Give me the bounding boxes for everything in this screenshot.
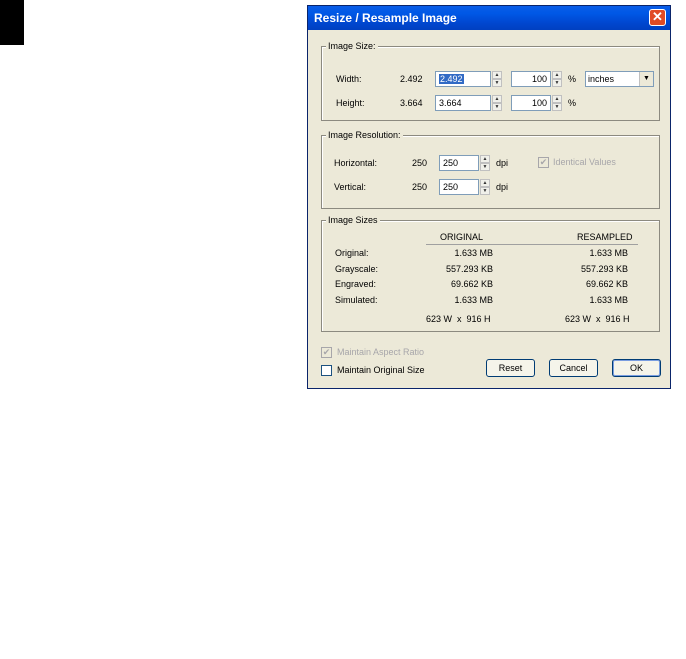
- height-label: Height:: [336, 98, 365, 108]
- width-input[interactable]: 2.492: [435, 71, 491, 87]
- vertical-dpi-spinner[interactable]: ▲ ▼: [480, 179, 490, 195]
- unit-selected-value: inches: [588, 74, 615, 84]
- ok-button[interactable]: OK: [612, 359, 661, 377]
- spin-up-icon: ▲: [552, 95, 562, 103]
- spin-up-icon: ▲: [492, 95, 502, 103]
- horizontal-dpi-spinner[interactable]: ▲ ▼: [480, 155, 490, 171]
- vertical-dpi-unit: dpi: [496, 182, 509, 192]
- height-original-value: 3.664: [400, 98, 423, 108]
- height-percent-input[interactable]: 100: [511, 95, 551, 111]
- row-grayscale-original: 557.293 KB: [445, 264, 493, 274]
- close-button[interactable]: ✕: [649, 9, 666, 26]
- row-original-label: Original:: [335, 248, 369, 258]
- row-engraved-original: 69.662 KB: [450, 279, 493, 289]
- row-engraved-label: Engraved:: [335, 279, 377, 289]
- row-engraved-resampled: 69.662 KB: [585, 279, 628, 289]
- dialog-titlebar[interactable]: Resize / Resample Image ✕: [308, 6, 670, 30]
- chevron-down-icon[interactable]: ▼: [639, 72, 653, 86]
- cancel-button[interactable]: Cancel: [549, 359, 598, 377]
- spin-up-icon: ▲: [480, 155, 490, 163]
- row-grayscale-label: Grayscale:: [335, 264, 379, 274]
- row-simulated-label: Simulated:: [335, 295, 378, 305]
- unit-select[interactable]: inches ▼: [585, 71, 654, 87]
- spin-down-icon: ▼: [492, 79, 502, 87]
- resize-resample-dialog: Resize / Resample Image ✕ Image Size: Wi…: [307, 5, 671, 389]
- spin-down-icon: ▼: [492, 103, 502, 111]
- spin-up-icon: ▲: [552, 71, 562, 79]
- height-spinner[interactable]: ▲ ▼: [492, 95, 502, 111]
- vertical-original-value: 250: [412, 182, 428, 192]
- spin-up-icon: ▲: [480, 179, 490, 187]
- identical-values-label: Identical Values: [553, 157, 616, 167]
- row-grayscale-resampled: 557.293 KB: [580, 264, 628, 274]
- horizontal-original-value: 250: [412, 158, 428, 168]
- dimensions-original: 623 W x 916 H: [426, 314, 491, 324]
- image-resolution-group: Image Resolution: Horizontal: 250 250 ▲ ▼…: [321, 130, 660, 209]
- row-simulated-resampled: 1.633 MB: [589, 295, 628, 305]
- height-percent-spinner[interactable]: ▲ ▼: [552, 95, 562, 111]
- horizontal-dpi-unit: dpi: [496, 158, 509, 168]
- maintain-original-size-checkbox[interactable]: [321, 365, 332, 376]
- spin-down-icon: ▼: [552, 79, 562, 87]
- dialog-title: Resize / Resample Image: [314, 11, 457, 25]
- spin-down-icon: ▼: [552, 103, 562, 111]
- vertical-label: Vertical:: [334, 182, 367, 192]
- maintain-original-size-label: Maintain Original Size: [337, 365, 425, 375]
- image-resolution-legend: Image Resolution:: [326, 130, 403, 141]
- identical-values-checkbox[interactable]: ✔: [538, 157, 549, 168]
- width-spinner[interactable]: ▲ ▼: [492, 71, 502, 87]
- horizontal-dpi-input[interactable]: 250: [439, 155, 479, 171]
- spin-up-icon: ▲: [492, 71, 502, 79]
- maintain-aspect-ratio-label: Maintain Aspect Ratio: [337, 347, 425, 357]
- row-original-resampled: 1.633 MB: [589, 248, 628, 258]
- row-original-original: 1.633 MB: [454, 248, 493, 258]
- column-header-original: ORIGINAL: [440, 232, 484, 242]
- vertical-dpi-input[interactable]: 250: [439, 179, 479, 195]
- image-sizes-legend: Image Sizes: [326, 215, 380, 226]
- image-size-legend: Image Size:: [326, 41, 378, 52]
- width-percent-spinner[interactable]: ▲ ▼: [552, 71, 562, 87]
- image-sizes-group: Image Sizes ORIGINAL RESAMPLED Original:…: [321, 215, 660, 332]
- black-corner-block: [0, 0, 24, 45]
- dimensions-resampled: 623 W x 916 H: [565, 314, 630, 324]
- spin-down-icon: ▼: [480, 187, 490, 195]
- height-input[interactable]: 3.664: [435, 95, 491, 111]
- column-header-resampled: RESAMPLED: [577, 232, 633, 242]
- row-simulated-original: 1.633 MB: [454, 295, 493, 305]
- horizontal-label: Horizontal:: [334, 158, 378, 168]
- width-percent-symbol: %: [568, 74, 577, 84]
- sizes-table: Original: 1.633 MB 1.633 MB Grayscale: 5…: [322, 247, 659, 313]
- width-percent-input[interactable]: 100: [511, 71, 551, 87]
- spin-down-icon: ▼: [480, 163, 490, 171]
- width-label: Width:: [336, 74, 362, 84]
- maintain-aspect-ratio-checkbox[interactable]: ✔: [321, 347, 332, 358]
- close-icon: ✕: [652, 9, 663, 24]
- width-original-value: 2.492: [400, 74, 423, 84]
- height-percent-symbol: %: [568, 98, 577, 108]
- reset-button[interactable]: Reset: [486, 359, 535, 377]
- image-size-group: Image Size: Width: 2.492 2.492 ▲ ▼ 100 ▲ ▼…: [321, 41, 660, 121]
- header-divider: [426, 244, 638, 245]
